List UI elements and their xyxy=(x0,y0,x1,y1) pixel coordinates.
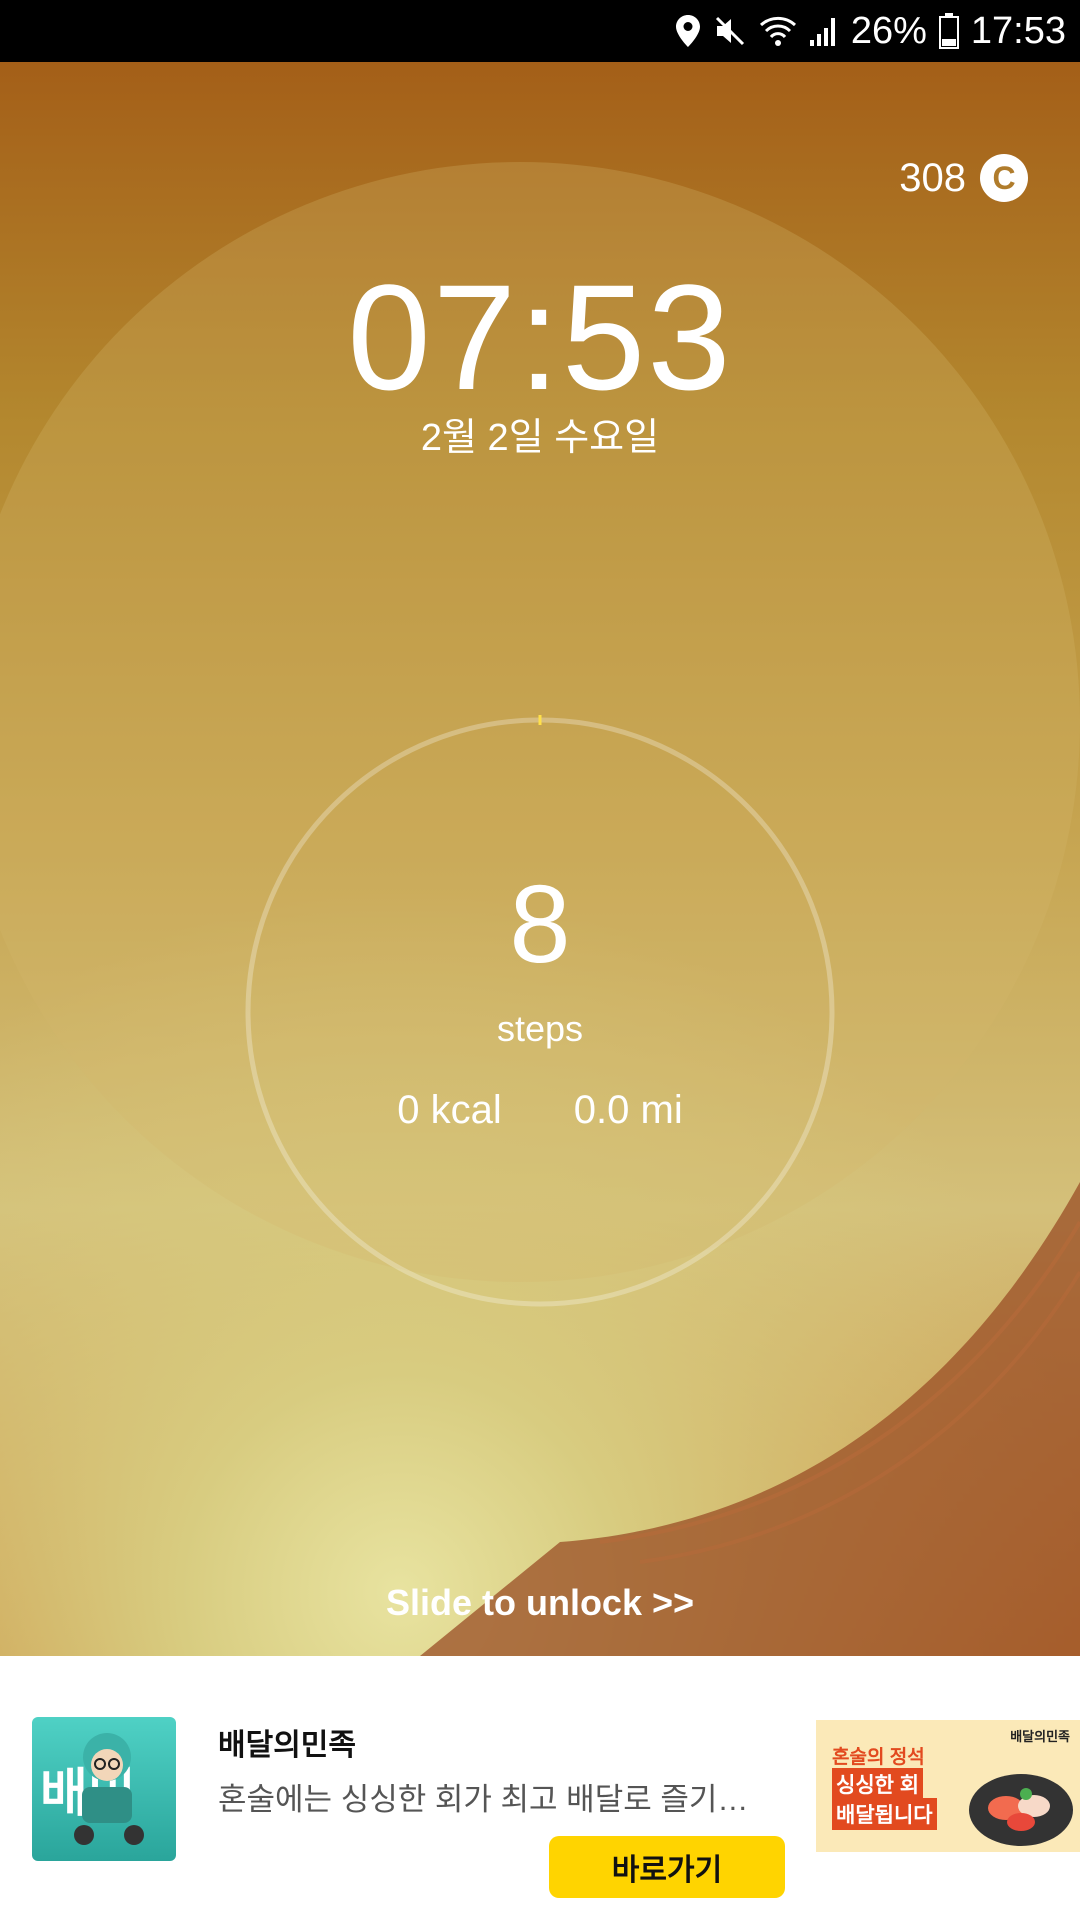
sashimi-plate-image xyxy=(969,1774,1073,1846)
ad-title: 배달의민족 xyxy=(218,1729,356,1762)
steps-label: steps xyxy=(496,1008,584,1049)
slide-to-unlock[interactable]: Slide to unlock >> xyxy=(0,1582,1080,1624)
coin-count: 308 xyxy=(899,155,966,200)
go-now-button[interactable]: 바로가기 xyxy=(549,1836,785,1898)
steps-count: 8 xyxy=(509,863,571,986)
battery-icon xyxy=(938,13,959,49)
ad-description: 혼술에는 싱싱한 회가 최고 배달로 즐기는 ... xyxy=(218,1782,768,1817)
battery-percent: 26% xyxy=(850,9,927,52)
ad-image-line3: 배달됩니다 xyxy=(832,1798,937,1830)
lock-screen[interactable]: 308 C 07:53 2월 2일 수요일 8 steps 0 kcal 0.0… xyxy=(0,62,1080,1656)
ad-image[interactable]: 배달의민족 혼술의 정석 싱싱한 회 배달됩니다 xyxy=(816,1720,1080,1852)
location-icon xyxy=(675,14,701,48)
coin-icon: C xyxy=(980,154,1028,202)
signal-icon xyxy=(809,15,839,47)
ad-image-line1: 혼술의 정석 xyxy=(832,1747,925,1768)
date: 2월 2일 수요일 xyxy=(420,417,660,459)
distance-value: 0.0 mi xyxy=(573,1088,683,1132)
rider-illustration xyxy=(74,1733,144,1845)
clock: 07:53 xyxy=(347,253,733,421)
activity-stats: 0 kcal 0.0 mi xyxy=(0,1088,1080,1133)
ad-image-brand: 배달의민족 xyxy=(1010,1729,1070,1744)
status-bar: 26% 17:53 xyxy=(0,0,1080,62)
ad-app-icon[interactable]: 배민 xyxy=(32,1717,176,1861)
ad-image-line2: 싱싱한 회 xyxy=(832,1768,924,1800)
ad-banner[interactable]: 배민 배달의민족 혼술에는 싱싱한 회가 최고 배달로 즐기는 ... 바로가기… xyxy=(0,1656,1080,1920)
coin-balance[interactable]: 308 C xyxy=(899,154,1028,202)
status-time: 17:53 xyxy=(970,9,1066,52)
wifi-icon xyxy=(759,15,797,47)
calories-value: 0 kcal xyxy=(397,1088,502,1132)
mute-icon xyxy=(713,14,747,48)
